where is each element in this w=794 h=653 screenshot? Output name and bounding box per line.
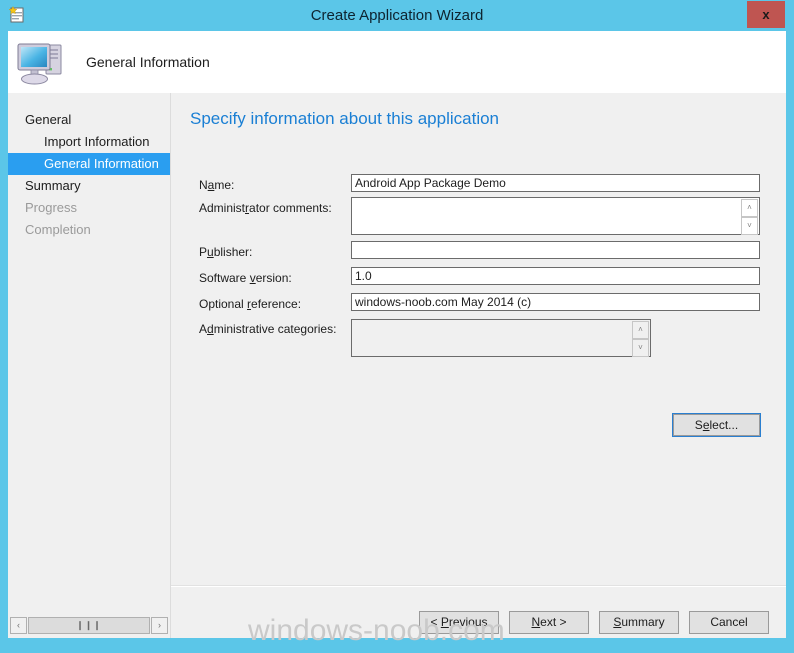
chevron-up-icon[interactable]: ˄	[741, 199, 758, 217]
scroll-right-arrow-icon[interactable]: ›	[151, 617, 168, 634]
publisher-label: Publisher:	[199, 245, 253, 259]
software-version-input[interactable]: 1.0	[351, 267, 760, 285]
sidebar-horizontal-scrollbar[interactable]: ‹ ❙❙❙ ›	[10, 617, 168, 634]
cancel-button[interactable]: Cancel	[689, 611, 769, 634]
title-bar: Create Application Wizard x	[0, 0, 794, 31]
administrator-comments-label: Administrator comments:	[199, 201, 332, 215]
next-button[interactable]: Next >	[509, 611, 589, 634]
wizard-body: General Import Information General Infor…	[8, 93, 786, 638]
name-input[interactable]: Android App Package Demo	[351, 174, 760, 192]
sidebar-item-completion: Completion	[25, 222, 91, 237]
administrative-categories-input: ˄ ˅	[351, 319, 651, 357]
chevron-up-icon[interactable]: ˄	[632, 321, 649, 339]
administrator-comments-scroll-spinner[interactable]: ˄ ˅	[741, 199, 758, 235]
software-version-label: Software version:	[199, 271, 292, 285]
sidebar-item-summary[interactable]: Summary	[8, 175, 170, 197]
computer-icon	[16, 37, 68, 87]
close-button[interactable]: x	[747, 1, 785, 28]
wizard-content-pane: Specify information about this applicati…	[171, 93, 786, 638]
optional-reference-label: Optional reference:	[199, 297, 302, 311]
administrative-categories-scroll-spinner[interactable]: ˄ ˅	[632, 321, 649, 357]
page-title: Specify information about this applicati…	[190, 109, 500, 128]
sidebar-item-general[interactable]: General	[8, 109, 170, 131]
previous-button[interactable]: < Previous	[419, 611, 499, 634]
chevron-down-icon[interactable]: ˅	[741, 217, 758, 235]
header-title: General Information	[86, 54, 210, 70]
summary-button[interactable]: Summary	[599, 611, 679, 634]
select-button[interactable]: Select...	[672, 413, 761, 437]
wizard-header: General Information	[8, 31, 786, 93]
administrative-categories-label: Administrative categories:	[199, 322, 337, 336]
create-application-wizard-window: Create Application Wizard x General Info…	[0, 0, 794, 653]
sidebar-item-general-information[interactable]: General Information	[8, 153, 170, 175]
optional-reference-input[interactable]: windows-noob.com May 2014 (c)	[351, 293, 760, 311]
name-label: Name:	[199, 178, 235, 192]
publisher-input[interactable]	[351, 241, 760, 259]
window-title: Create Application Wizard	[310, 7, 484, 24]
scroll-left-arrow-icon[interactable]: ‹	[10, 617, 27, 634]
administrator-comments-input[interactable]: ˄ ˅	[351, 197, 760, 235]
footer-separator	[171, 585, 786, 587]
wizard-navigation-sidebar: General Import Information General Infor…	[8, 93, 170, 638]
sidebar-item-import-information[interactable]: Import Information	[8, 131, 170, 153]
chevron-down-icon[interactable]: ˅	[632, 339, 649, 357]
sidebar-item-progress: Progress	[25, 200, 78, 215]
scrollbar-thumb[interactable]: ❙❙❙	[28, 617, 150, 634]
